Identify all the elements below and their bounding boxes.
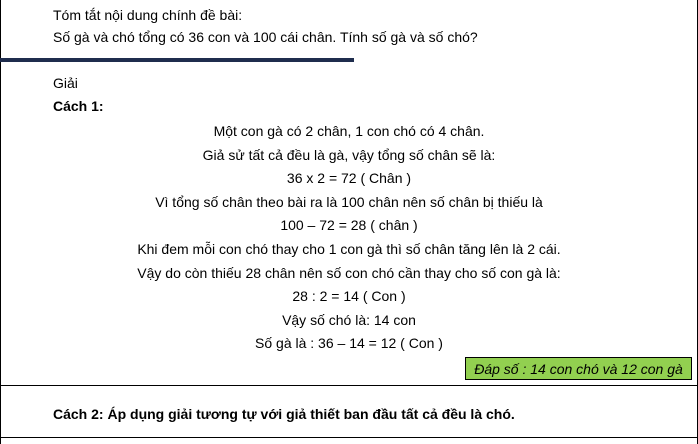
solution-line-8: 28 : 2 = 14 ( Con ) — [292, 288, 406, 304]
problem-statement: Số gà và chó tổng có 36 con và 100 cái c… — [53, 29, 478, 45]
summary-label: Tóm tắt nội dung chính đề bài: — [53, 7, 243, 23]
solution-line-1: Một con gà có 2 chân, 1 con chó có 4 châ… — [213, 123, 485, 139]
solution-line-9: Vậy số chó là: 14 con — [282, 312, 416, 328]
solution-line-7: Vậy do còn thiếu 28 chân nên số con chó … — [137, 265, 561, 281]
divider-bottom — [0, 437, 698, 438]
method1-title: Cách 1: — [53, 98, 104, 114]
divider-top — [0, 385, 698, 386]
solution-line-10: Số gà là : 36 – 14 = 12 ( Con ) — [255, 335, 443, 351]
answer-box: Đáp số : 14 con chó và 12 con gà — [465, 357, 692, 380]
solution-line-2: Giả sử tất cả đều là gà, vậy tổng số châ… — [202, 147, 496, 163]
solution-line-5: 100 – 72 = 28 ( chân ) — [280, 217, 418, 233]
section-divider — [0, 58, 354, 62]
solution-line-6: Khi đem mỗi con chó thay cho 1 con gà th… — [137, 241, 561, 257]
method2-text: Cách 2: Áp dụng giải tương tự với giả th… — [53, 406, 515, 422]
solution-line-3: 36 x 2 = 72 ( Chân ) — [286, 170, 412, 186]
solution-heading: Giải — [53, 75, 78, 91]
solution-line-4: Vì tổng số chân theo bài ra là 100 chân … — [155, 194, 543, 210]
